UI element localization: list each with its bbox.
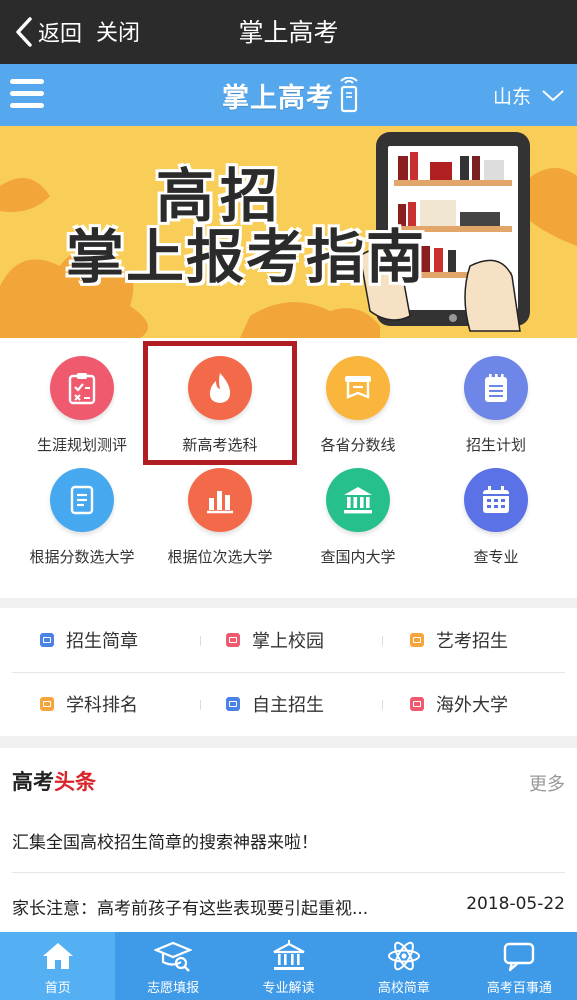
link-label: 掌上校园 [252, 631, 324, 652]
divider [382, 636, 383, 646]
grid-item-label: 查国内大学 [320, 548, 396, 566]
headlines-section: 高考头条 更多 汇集全国高校招生简章的搜索神器来啦！ 家长注意：高考前孩子有这些… [0, 748, 577, 932]
menu-line-icon [10, 79, 44, 84]
news-item[interactable]: 汇集全国高校招生简章的搜索神器来啦！ [12, 828, 565, 853]
banner-title-line2: 掌上报考指南 [66, 222, 427, 291]
more-link[interactable]: 更多 [529, 770, 565, 796]
link-label: 自主招生 [252, 695, 324, 716]
calendar-grid-icon [464, 468, 528, 532]
grid-item-choose-by-score[interactable]: 根据分数选大学 [12, 464, 152, 576]
tab-volunteer-filling[interactable]: 志愿填报 [115, 932, 230, 1000]
heading-highlight-text: 头条 [54, 770, 96, 794]
university-icon [326, 468, 390, 532]
chevron-down-icon [542, 89, 564, 101]
app-logo: 掌上高考 [222, 76, 362, 114]
graduation-cap-icon [153, 941, 193, 972]
home-icon [42, 943, 73, 969]
link-art-admission[interactable]: 艺考招生 [410, 627, 508, 653]
quick-links-row: 招生简章 掌上校园 艺考招生 [0, 608, 577, 672]
link-label: 艺考招生 [436, 631, 508, 652]
campus-icon [226, 633, 240, 647]
grid-item-career-assessment[interactable]: 生涯规划测评 [12, 338, 152, 454]
divider [200, 700, 201, 710]
grid-item-majors[interactable]: 查专业 [426, 464, 566, 576]
tab-label: 志愿填报 [147, 981, 200, 996]
document-icon [50, 468, 114, 532]
news-divider [12, 872, 565, 873]
banner-title-line1: 高招 [156, 162, 285, 230]
grid-item-label: 各省分数线 [320, 436, 396, 454]
menu-line-icon [10, 91, 44, 96]
bottom-tab-bar: 首页 志愿填报 专业解读 高校简章 高考百事通 [0, 932, 577, 1000]
grid-item-choose-by-rank[interactable]: 根据位次选大学 [150, 464, 290, 576]
link-independent-admission[interactable]: 自主招生 [226, 691, 324, 717]
region-label: 山东 [492, 86, 531, 108]
grid-item-label: 新高考选科 [182, 436, 258, 454]
clock-icon [226, 697, 240, 711]
headlines-heading: 高考头条 [12, 766, 96, 796]
grid-item-domestic-universities[interactable]: 查国内大学 [288, 464, 428, 576]
ranking-icon [40, 697, 54, 711]
top-navigation-bar: 返回 关闭 掌上高考 [0, 0, 577, 64]
grid-item-label: 生涯规划测评 [36, 436, 127, 454]
grid-item-label: 招生计划 [465, 436, 526, 454]
bar-chart-icon [188, 468, 252, 532]
promo-banner[interactable]: 高招 掌上报考指南 [0, 126, 577, 338]
link-label: 学科排名 [66, 695, 138, 716]
notepad-icon [464, 356, 528, 420]
chat-bubble-icon [504, 942, 535, 972]
grid-item-label: 查专业 [473, 548, 519, 566]
grid-item-province-score-line[interactable]: 各省分数线 [288, 338, 428, 454]
logo-text: 掌上高考 [222, 82, 334, 114]
quick-links-panel: 招生简章 掌上校园 艺考招生 学科排名 自主招生 海外大学 [0, 608, 577, 736]
news-date: 2018-05-22 [466, 894, 565, 914]
tab-label: 高校简章 [377, 981, 430, 996]
hamburger-menu-button[interactable] [10, 79, 44, 111]
feature-grid: 生涯规划测评 新高考选科 各省分数线 招生计划 根据分数选大学 根据位次选大学 [0, 338, 577, 598]
grid-item-new-gaokao-subjects[interactable]: 新高考选科 [150, 338, 290, 454]
menu-line-icon [10, 103, 44, 108]
grid-item-label: 根据位次选大学 [167, 548, 273, 566]
page-title: 掌上高考 [238, 18, 339, 47]
tab-home[interactable]: 首页 [0, 932, 116, 1000]
back-button[interactable]: 返回 [14, 16, 82, 48]
building-icon [272, 940, 305, 970]
back-label: 返回 [38, 22, 83, 47]
art-icon [410, 633, 424, 647]
chevron-left-icon [16, 17, 32, 47]
clipboard-check-icon [50, 356, 114, 420]
link-campus[interactable]: 掌上校园 [226, 627, 324, 653]
heading-text: 高考 [12, 770, 54, 794]
atom-icon [387, 941, 420, 971]
divider [200, 636, 201, 646]
tab-gaokao-guide[interactable]: 高考百事通 [462, 932, 577, 1000]
phone-signal-icon [340, 77, 358, 113]
brochure-icon [40, 633, 54, 647]
link-admission-brochure[interactable]: 招生简章 [40, 627, 138, 653]
quick-links-row: 学科排名 自主招生 海外大学 [0, 672, 577, 736]
divider [382, 700, 383, 710]
banner-title: 高招 掌上报考指南 [66, 166, 426, 288]
tab-major-interpretation[interactable]: 专业解读 [231, 932, 346, 1000]
scroll-icon [326, 356, 390, 420]
grid-item-enrollment-plan[interactable]: 招生计划 [426, 338, 566, 454]
region-selector[interactable]: 山东 [493, 82, 565, 109]
close-button[interactable]: 关闭 [96, 18, 140, 50]
tab-label: 首页 [44, 981, 71, 996]
link-label: 招生简章 [66, 631, 138, 652]
app-header: 掌上高考 山东 [0, 64, 577, 126]
tab-label: 高考百事通 [486, 981, 552, 996]
grid-item-label: 根据分数选大学 [29, 548, 135, 566]
link-label: 海外大学 [436, 695, 508, 716]
globe-icon [410, 697, 424, 711]
tab-university-brochure[interactable]: 高校简章 [346, 932, 461, 1000]
link-subject-ranking[interactable]: 学科排名 [40, 691, 138, 717]
link-overseas-universities[interactable]: 海外大学 [410, 691, 508, 717]
tab-label: 专业解读 [262, 981, 315, 996]
flame-icon [188, 356, 252, 420]
